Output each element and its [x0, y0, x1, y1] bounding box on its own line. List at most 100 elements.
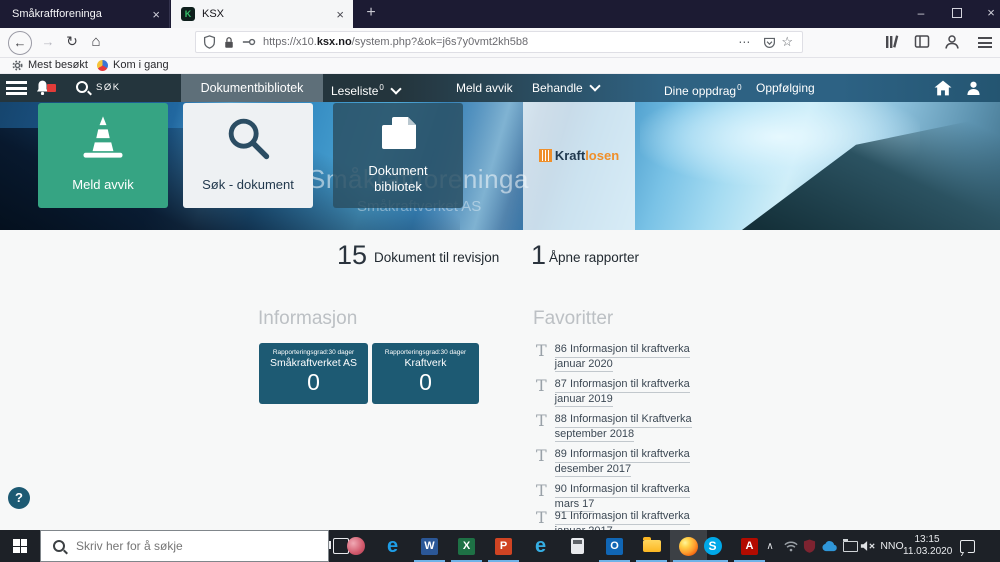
text-doc-icon: T — [536, 343, 547, 372]
lock-icon[interactable] — [223, 36, 235, 49]
tile-meld-avvik[interactable]: Meld avvik — [38, 103, 168, 208]
taskbar-internet-explorer-icon[interactable]: e — [522, 530, 559, 562]
favorite-item[interactable]: T 90 Informasjon til kraftverkamars 17 — [536, 483, 690, 512]
taskbar-powerpoint-icon[interactable]: P — [485, 530, 522, 562]
nav-item-behandle[interactable]: Behandle — [532, 74, 599, 102]
bookmarks-bar: Mest besøkt Kom i gang — [0, 58, 1000, 74]
favorite-item[interactable]: T 86 Informasjon til kraftverkajanuar 20… — [536, 343, 690, 372]
action-center-icon[interactable] — [952, 530, 982, 562]
app-home-icon[interactable] — [934, 80, 952, 99]
text-doc-icon: T — [536, 413, 547, 442]
chevron-down-icon — [390, 83, 401, 94]
browser-toolbar: ← → ↻ ⌂ https://x10.ksx.no/system.php?&o… — [0, 28, 1000, 58]
new-tab-button[interactable]: + — [358, 0, 384, 28]
browser-menu-icon[interactable] — [978, 37, 992, 51]
tab-title: Småkraftforeninga — [12, 8, 143, 20]
tile-sok-dokument[interactable]: Søk - dokument — [183, 103, 313, 208]
taskbar-edge-icon[interactable]: e — [374, 530, 411, 562]
tile-dokumentbibliotek[interactable]: Dokumentbibliotek — [333, 103, 463, 208]
hero-banner: Småkraftforeninga Småkraftverket AS Meld… — [0, 102, 1000, 230]
rapporteringsgrad-card-kraftverk[interactable]: Rapporteringsgrad:30 dager Kraftverk 0 — [372, 343, 479, 404]
windows-taskbar: e W X P e O S A ∧ NNO 13:1511.03.2020 — [0, 530, 1000, 562]
search-icon — [53, 540, 65, 552]
nav-item-dine-oppdrag[interactable]: Dine oppdrag0 — [664, 74, 742, 105]
reload-button[interactable]: ↻ — [61, 31, 83, 53]
bookmark-label: Kom i gang — [113, 59, 169, 71]
sidebar-toggle-icon[interactable] — [914, 34, 930, 54]
tray-antivirus-icon[interactable] — [800, 530, 819, 562]
notification-bell-icon[interactable] — [34, 79, 51, 99]
taskbar-file-explorer-icon[interactable] — [633, 530, 670, 562]
bookmark-star-icon[interactable]: ☆ — [781, 34, 793, 50]
windows-logo-icon — [13, 539, 27, 553]
nav-item-oppfolging[interactable]: Oppfølging — [756, 74, 815, 102]
favoritter-heading: Favoritter — [533, 308, 613, 330]
page-actions-icon[interactable]: ⋯ — [738, 35, 751, 49]
tray-network-icon[interactable] — [781, 530, 800, 562]
bookmark-label: Mest besøkt — [28, 59, 88, 71]
text-doc-icon: T — [536, 448, 547, 477]
firefox-pie-icon — [97, 60, 108, 71]
tracking-shield-icon[interactable] — [203, 35, 216, 49]
app-search-icon[interactable] — [76, 81, 88, 93]
taskbar-pinned-app-icon[interactable] — [337, 530, 374, 562]
start-button[interactable] — [0, 530, 40, 562]
library-icon[interactable] — [884, 34, 900, 55]
kraftlosen-logo: Kraft losen — [539, 148, 619, 163]
back-button[interactable]: ← — [8, 31, 32, 55]
documents-icon — [333, 113, 463, 159]
taskbar-excel-icon[interactable]: X — [448, 530, 485, 562]
search-icon — [183, 113, 313, 163]
stat-apne-rapporter-value: 1 — [531, 240, 546, 271]
bookmark-kom-i-gang[interactable]: Kom i gang — [97, 57, 169, 73]
app-nav-bar: SØK Dokumentbibliotek Leseliste0 Meld av… — [0, 74, 1000, 102]
favorite-item[interactable]: T 89 Informasjon til kraftverkadesember … — [536, 448, 690, 477]
account-icon[interactable] — [944, 34, 960, 55]
taskbar-outlook-icon[interactable]: O — [596, 530, 633, 562]
favorite-item[interactable]: T 87 Informasjon til kraftverkajanuar 20… — [536, 378, 690, 407]
tray-language-indicator[interactable]: NNO — [879, 530, 905, 562]
tab-ksx-active[interactable]: K KSX × — [171, 0, 353, 28]
tray-onedrive-icon[interactable] — [819, 530, 840, 562]
url-text: https://x10.ksx.no/system.php?&ok=j6s7y0… — [263, 36, 733, 48]
taskbar-word-icon[interactable]: W — [411, 530, 448, 562]
stat-apne-rapporter-label: Åpne rapporter — [549, 250, 639, 265]
help-button[interactable]: ? — [8, 487, 30, 509]
pocket-icon[interactable] — [763, 36, 776, 49]
rapporteringsgrad-card-smakraftverket[interactable]: Rapporteringsgrad:30 dager Småkraftverke… — [259, 343, 368, 404]
forward-button[interactable]: → — [37, 31, 59, 53]
url-bar[interactable]: https://x10.ksx.no/system.php?&ok=j6s7y0… — [195, 31, 803, 53]
favorite-item[interactable]: T 88 Informasjon til Kraftverkaseptember… — [536, 413, 692, 442]
tray-clock[interactable]: 13:1511.03.2020 — [903, 530, 951, 562]
browser-tab-bar: Småkraftforeninga × K KSX × + – × — [0, 0, 1000, 28]
permissions-icon[interactable] — [242, 38, 256, 46]
tray-sync-folder-icon[interactable] — [841, 530, 859, 562]
window-restore-button[interactable] — [941, 0, 973, 26]
taskbar-search-input[interactable] — [74, 538, 308, 554]
tab-close-icon[interactable]: × — [152, 7, 160, 22]
nav-item-leseliste[interactable]: Leseliste0 — [331, 74, 400, 105]
tray-chevron-up-icon[interactable]: ∧ — [762, 530, 778, 562]
nav-item-meld-avvik[interactable]: Meld avvik — [456, 74, 513, 102]
ksx-favicon-icon: K — [181, 7, 195, 21]
window-close-button[interactable]: × — [975, 0, 1000, 26]
app-search-label[interactable]: SØK — [96, 74, 121, 102]
notification-badge — [47, 84, 56, 92]
tab-smakraftforeninga[interactable]: Småkraftforeninga × — [0, 0, 170, 28]
taskbar-search[interactable] — [40, 530, 329, 562]
browser-home-button[interactable]: ⌂ — [85, 31, 107, 53]
gear-icon — [12, 60, 23, 71]
window-minimize-button[interactable]: – — [905, 0, 937, 26]
user-profile-icon[interactable] — [966, 80, 981, 99]
tab-close-icon[interactable]: × — [336, 7, 344, 22]
taskbar-calculator-icon[interactable] — [559, 530, 596, 562]
app-menu-icon[interactable] — [6, 81, 27, 98]
nav-item-dokumentbibliotek[interactable]: Dokumentbibliotek — [181, 74, 323, 102]
screen: Småkraftforeninga × K KSX × + – × ← → ↻ … — [0, 0, 1000, 562]
bookmark-mest-besokt[interactable]: Mest besøkt — [12, 57, 88, 73]
stat-dokument-til-revisjon-value: 15 — [337, 240, 367, 271]
tray-volume-muted-icon[interactable] — [858, 530, 878, 562]
stat-dokument-til-revisjon-label: Dokument til revisjon — [374, 250, 499, 265]
kraftlosen-logo-card[interactable]: Kraft losen — [523, 102, 635, 230]
taskbar-skype-icon[interactable]: S — [694, 530, 731, 562]
